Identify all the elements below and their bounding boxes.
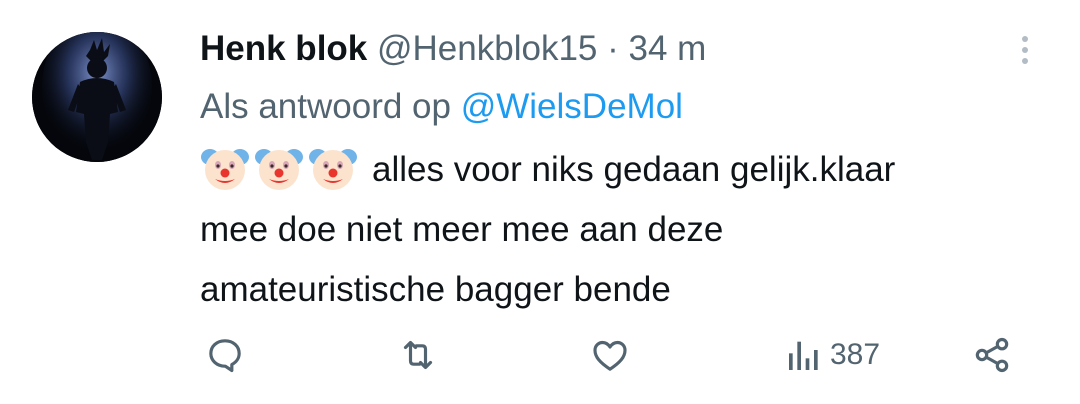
tweet-line-3: amateuristische bagger bende [200,270,671,309]
reply-button[interactable] [205,334,245,376]
like-button[interactable] [590,334,630,376]
timestamp[interactable]: 34 m [629,29,707,68]
author-handle[interactable]: @Henkblok15 [377,29,597,68]
action-bar: 387 [0,320,1080,390]
separator-dot: · [607,29,619,68]
tweet-line-2: mee doe niet meer mee aan deze [200,210,724,249]
share-button[interactable] [972,334,1012,376]
emoji-group [200,143,358,193]
tweet-header: Henk blok @Henkblok15 · 34 m [200,24,706,74]
reply-context: Als antwoord op @WielsDeMol [200,84,683,130]
avatar-figure-image [32,32,162,162]
more-options-button[interactable] [1010,30,1040,70]
tweet-text: alles voor niks gedaan gelijk.klaar mee … [200,140,1030,320]
reply-icon [209,339,241,373]
reply-mention-link[interactable]: @WielsDeMol [461,87,683,126]
avatar[interactable] [32,32,162,162]
clown-face-icon [255,148,303,190]
heart-icon [593,340,627,371]
views-button[interactable]: 387 [784,334,880,376]
author-name[interactable]: Henk blok [200,29,367,68]
more-dot-icon [1022,58,1028,64]
tweet-line-1: alles voor niks gedaan gelijk.klaar [200,140,1030,200]
views-count: 387 [830,338,881,371]
retweet-button[interactable] [398,334,438,376]
retweet-icon [403,340,433,370]
clown-face-icon [309,148,357,190]
more-dot-icon [1022,47,1028,53]
views-analytics-icon [789,341,818,370]
reply-prefix: Als antwoord op [200,87,451,126]
tweet-text-line: alles voor niks gedaan gelijk.klaar [372,150,896,189]
clown-face-icon [201,148,249,190]
more-dot-icon [1022,36,1028,42]
share-icon [975,337,1009,373]
